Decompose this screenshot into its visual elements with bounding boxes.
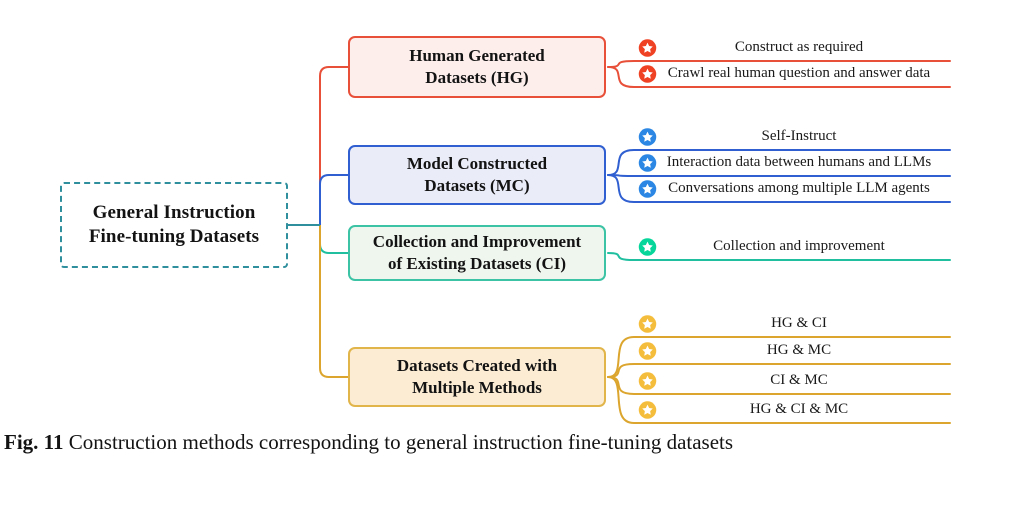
category-box-collection-improvement[interactable]: Collection and Improvement of Existing Da… xyxy=(348,225,606,281)
category-box-human-generated[interactable]: Human Generated Datasets (HG) xyxy=(348,36,606,98)
star-icon xyxy=(638,238,657,257)
star-icon xyxy=(638,315,657,334)
category-box-multiple-methods[interactable]: Datasets Created with Multiple Methods xyxy=(348,347,606,407)
leaf-human-generated-1[interactable]: Construct as required xyxy=(634,35,950,61)
leaf-model-constructed-1[interactable]: Self-Instruct xyxy=(634,124,950,150)
leaf-label: HG & CI & MC xyxy=(749,400,849,417)
star-icon xyxy=(638,154,657,173)
category-box-label-collection-improvement: Collection and Improvement of Existing Da… xyxy=(365,231,589,275)
leaf-label: Interaction data between humans and LLMs xyxy=(666,153,932,170)
mind-map-figure: General Instruction Fine-tuning Datasets… xyxy=(0,0,1028,430)
star-icon xyxy=(638,372,657,391)
root-node[interactable]: General Instruction Fine-tuning Datasets xyxy=(60,182,288,268)
category-label-line1: Collection and Improvement xyxy=(372,231,582,251)
leaf-model-constructed-2[interactable]: Interaction data between humans and LLMs xyxy=(634,150,950,176)
root-node-label: General Instruction Fine-tuning Datasets xyxy=(89,201,259,250)
star-icon xyxy=(638,128,657,147)
figure-caption: Fig. 11 Construction methods correspondi… xyxy=(4,428,1016,456)
leaf-collection-improvement-1[interactable]: Collection and improvement xyxy=(634,234,950,260)
leaf-label: Collection and improvement xyxy=(713,237,885,254)
category-label-line1: Datasets Created with xyxy=(396,355,558,375)
category-box-model-constructed[interactable]: Model Constructed Datasets (MC) xyxy=(348,145,606,205)
leaf-label: Crawl real human question and answer dat… xyxy=(667,64,931,81)
leaf-label: CI & MC xyxy=(770,371,828,388)
root-node-label-line2: Fine-tuning Datasets xyxy=(88,226,260,247)
star-icon xyxy=(638,180,657,199)
leaf-multiple-methods-4[interactable]: HG & CI & MC xyxy=(634,397,950,423)
star-icon xyxy=(638,65,657,84)
figure-caption-text: Construction methods corresponding to ge… xyxy=(68,430,734,454)
leaf-label: HG & CI xyxy=(771,314,827,331)
leaf-label: Construct as required xyxy=(734,38,864,55)
leaf-label: HG & MC xyxy=(766,341,832,358)
category-label-line2: Multiple Methods xyxy=(412,378,542,397)
leaf-multiple-methods-2[interactable]: HG & MC xyxy=(634,338,950,364)
leaf-multiple-methods-1[interactable]: HG & CI xyxy=(634,311,950,337)
star-icon xyxy=(638,39,657,58)
category-box-label-model-constructed: Model Constructed Datasets (MC) xyxy=(399,153,555,197)
category-label-line2: of Existing Datasets (CI) xyxy=(387,254,567,273)
category-label-line2: Datasets (HG) xyxy=(425,68,529,87)
root-node-label-line1: General Instruction xyxy=(92,201,256,223)
category-label-line1: Model Constructed xyxy=(406,153,548,173)
leaf-human-generated-2[interactable]: Crawl real human question and answer dat… xyxy=(634,61,950,87)
leaf-model-constructed-3[interactable]: Conversations among multiple LLM agents xyxy=(634,176,950,202)
figure-number: Fig. 11 xyxy=(4,430,64,454)
category-label-line1: Human Generated xyxy=(409,45,545,65)
category-label-line2: Datasets (MC) xyxy=(424,176,530,195)
leaf-label: Self-Instruct xyxy=(761,127,837,144)
leaf-multiple-methods-3[interactable]: CI & MC xyxy=(634,368,950,394)
category-box-label-human-generated: Human Generated Datasets (HG) xyxy=(401,45,553,89)
star-icon xyxy=(638,342,657,361)
star-icon xyxy=(638,401,657,420)
leaf-label: Conversations among multiple LLM agents xyxy=(668,179,930,196)
category-box-label-multiple-methods: Datasets Created with Multiple Methods xyxy=(389,355,565,399)
